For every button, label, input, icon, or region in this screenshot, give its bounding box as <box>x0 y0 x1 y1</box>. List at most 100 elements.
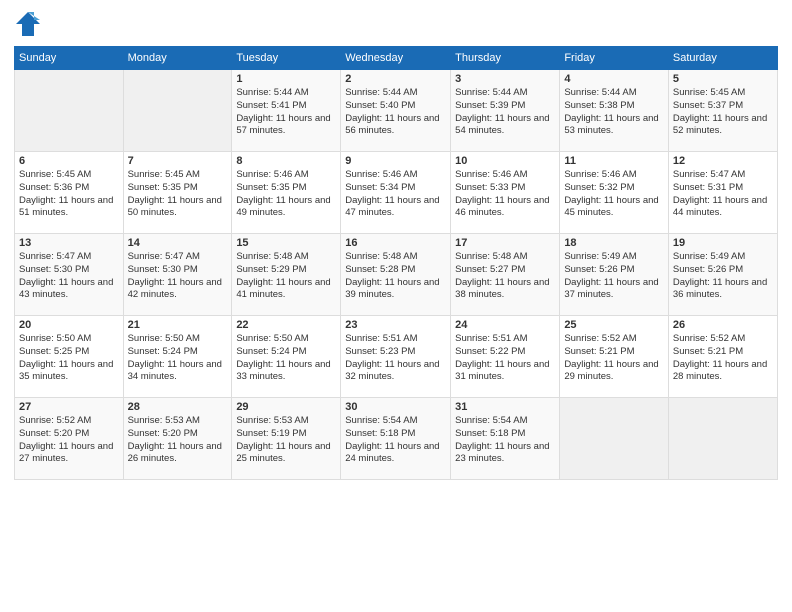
calendar-cell: 25 Sunrise: 5:52 AMSunset: 5:21 PMDaylig… <box>560 316 669 398</box>
day-number: 11 <box>564 155 664 167</box>
weekday-header: Saturday <box>668 47 777 70</box>
day-number: 15 <box>236 237 336 249</box>
day-detail: Sunrise: 5:48 AMSunset: 5:29 PMDaylight:… <box>236 251 336 302</box>
day-number: 25 <box>564 319 664 331</box>
calendar-cell: 13 Sunrise: 5:47 AMSunset: 5:30 PMDaylig… <box>15 234 124 316</box>
calendar-cell: 3 Sunrise: 5:44 AMSunset: 5:39 PMDayligh… <box>451 70 560 152</box>
calendar-cell: 22 Sunrise: 5:50 AMSunset: 5:24 PMDaylig… <box>232 316 341 398</box>
day-detail: Sunrise: 5:44 AMSunset: 5:38 PMDaylight:… <box>564 87 664 138</box>
day-number: 26 <box>673 319 773 331</box>
calendar-cell: 14 Sunrise: 5:47 AMSunset: 5:30 PMDaylig… <box>123 234 232 316</box>
calendar-cell: 27 Sunrise: 5:52 AMSunset: 5:20 PMDaylig… <box>15 398 124 480</box>
day-detail: Sunrise: 5:44 AMSunset: 5:40 PMDaylight:… <box>345 87 446 138</box>
day-detail: Sunrise: 5:48 AMSunset: 5:28 PMDaylight:… <box>345 251 446 302</box>
day-number: 22 <box>236 319 336 331</box>
day-detail: Sunrise: 5:54 AMSunset: 5:18 PMDaylight:… <box>345 415 446 466</box>
day-detail: Sunrise: 5:53 AMSunset: 5:19 PMDaylight:… <box>236 415 336 466</box>
day-detail: Sunrise: 5:44 AMSunset: 5:39 PMDaylight:… <box>455 87 555 138</box>
weekday-header: Wednesday <box>341 47 451 70</box>
day-detail: Sunrise: 5:52 AMSunset: 5:21 PMDaylight:… <box>564 333 664 384</box>
weekday-header-row: SundayMondayTuesdayWednesdayThursdayFrid… <box>15 47 778 70</box>
day-number: 13 <box>19 237 119 249</box>
day-number: 20 <box>19 319 119 331</box>
day-number: 17 <box>455 237 555 249</box>
day-number: 28 <box>128 401 228 413</box>
day-detail: Sunrise: 5:46 AMSunset: 5:33 PMDaylight:… <box>455 169 555 220</box>
day-number: 10 <box>455 155 555 167</box>
day-detail: Sunrise: 5:52 AMSunset: 5:21 PMDaylight:… <box>673 333 773 384</box>
calendar-cell: 9 Sunrise: 5:46 AMSunset: 5:34 PMDayligh… <box>341 152 451 234</box>
calendar-week-row: 20 Sunrise: 5:50 AMSunset: 5:25 PMDaylig… <box>15 316 778 398</box>
day-detail: Sunrise: 5:46 AMSunset: 5:34 PMDaylight:… <box>345 169 446 220</box>
day-detail: Sunrise: 5:51 AMSunset: 5:23 PMDaylight:… <box>345 333 446 384</box>
day-number: 7 <box>128 155 228 167</box>
calendar-cell: 16 Sunrise: 5:48 AMSunset: 5:28 PMDaylig… <box>341 234 451 316</box>
day-number: 19 <box>673 237 773 249</box>
calendar-week-row: 27 Sunrise: 5:52 AMSunset: 5:20 PMDaylig… <box>15 398 778 480</box>
calendar-cell: 6 Sunrise: 5:45 AMSunset: 5:36 PMDayligh… <box>15 152 124 234</box>
calendar-cell: 11 Sunrise: 5:46 AMSunset: 5:32 PMDaylig… <box>560 152 669 234</box>
day-detail: Sunrise: 5:45 AMSunset: 5:35 PMDaylight:… <box>128 169 228 220</box>
day-detail: Sunrise: 5:47 AMSunset: 5:30 PMDaylight:… <box>19 251 119 302</box>
day-detail: Sunrise: 5:49 AMSunset: 5:26 PMDaylight:… <box>564 251 664 302</box>
day-detail: Sunrise: 5:53 AMSunset: 5:20 PMDaylight:… <box>128 415 228 466</box>
calendar-cell: 29 Sunrise: 5:53 AMSunset: 5:19 PMDaylig… <box>232 398 341 480</box>
weekday-header: Thursday <box>451 47 560 70</box>
calendar-cell <box>15 70 124 152</box>
day-number: 21 <box>128 319 228 331</box>
calendar-cell: 30 Sunrise: 5:54 AMSunset: 5:18 PMDaylig… <box>341 398 451 480</box>
day-detail: Sunrise: 5:47 AMSunset: 5:31 PMDaylight:… <box>673 169 773 220</box>
calendar-week-row: 13 Sunrise: 5:47 AMSunset: 5:30 PMDaylig… <box>15 234 778 316</box>
day-detail: Sunrise: 5:51 AMSunset: 5:22 PMDaylight:… <box>455 333 555 384</box>
calendar-cell: 21 Sunrise: 5:50 AMSunset: 5:24 PMDaylig… <box>123 316 232 398</box>
calendar-cell: 2 Sunrise: 5:44 AMSunset: 5:40 PMDayligh… <box>341 70 451 152</box>
calendar-cell: 1 Sunrise: 5:44 AMSunset: 5:41 PMDayligh… <box>232 70 341 152</box>
day-detail: Sunrise: 5:54 AMSunset: 5:18 PMDaylight:… <box>455 415 555 466</box>
page: SundayMondayTuesdayWednesdayThursdayFrid… <box>0 0 792 612</box>
weekday-header: Friday <box>560 47 669 70</box>
calendar-cell: 5 Sunrise: 5:45 AMSunset: 5:37 PMDayligh… <box>668 70 777 152</box>
day-detail: Sunrise: 5:47 AMSunset: 5:30 PMDaylight:… <box>128 251 228 302</box>
day-detail: Sunrise: 5:46 AMSunset: 5:32 PMDaylight:… <box>564 169 664 220</box>
day-number: 31 <box>455 401 555 413</box>
day-detail: Sunrise: 5:49 AMSunset: 5:26 PMDaylight:… <box>673 251 773 302</box>
day-detail: Sunrise: 5:50 AMSunset: 5:25 PMDaylight:… <box>19 333 119 384</box>
calendar-cell: 12 Sunrise: 5:47 AMSunset: 5:31 PMDaylig… <box>668 152 777 234</box>
day-number: 6 <box>19 155 119 167</box>
calendar-week-row: 1 Sunrise: 5:44 AMSunset: 5:41 PMDayligh… <box>15 70 778 152</box>
calendar-cell: 31 Sunrise: 5:54 AMSunset: 5:18 PMDaylig… <box>451 398 560 480</box>
day-number: 3 <box>455 73 555 85</box>
day-detail: Sunrise: 5:45 AMSunset: 5:37 PMDaylight:… <box>673 87 773 138</box>
day-number: 5 <box>673 73 773 85</box>
calendar-cell <box>668 398 777 480</box>
calendar-cell: 18 Sunrise: 5:49 AMSunset: 5:26 PMDaylig… <box>560 234 669 316</box>
day-detail: Sunrise: 5:50 AMSunset: 5:24 PMDaylight:… <box>128 333 228 384</box>
header <box>14 10 778 38</box>
day-detail: Sunrise: 5:46 AMSunset: 5:35 PMDaylight:… <box>236 169 336 220</box>
calendar-cell <box>560 398 669 480</box>
day-number: 12 <box>673 155 773 167</box>
calendar-cell <box>123 70 232 152</box>
calendar-cell: 26 Sunrise: 5:52 AMSunset: 5:21 PMDaylig… <box>668 316 777 398</box>
day-number: 16 <box>345 237 446 249</box>
calendar-table: SundayMondayTuesdayWednesdayThursdayFrid… <box>14 46 778 480</box>
day-number: 29 <box>236 401 336 413</box>
calendar-week-row: 6 Sunrise: 5:45 AMSunset: 5:36 PMDayligh… <box>15 152 778 234</box>
calendar-cell: 10 Sunrise: 5:46 AMSunset: 5:33 PMDaylig… <box>451 152 560 234</box>
day-number: 24 <box>455 319 555 331</box>
calendar-cell: 17 Sunrise: 5:48 AMSunset: 5:27 PMDaylig… <box>451 234 560 316</box>
weekday-header: Sunday <box>15 47 124 70</box>
day-number: 2 <box>345 73 446 85</box>
day-detail: Sunrise: 5:52 AMSunset: 5:20 PMDaylight:… <box>19 415 119 466</box>
day-detail: Sunrise: 5:45 AMSunset: 5:36 PMDaylight:… <box>19 169 119 220</box>
calendar-cell: 7 Sunrise: 5:45 AMSunset: 5:35 PMDayligh… <box>123 152 232 234</box>
calendar-cell: 19 Sunrise: 5:49 AMSunset: 5:26 PMDaylig… <box>668 234 777 316</box>
day-number: 1 <box>236 73 336 85</box>
day-number: 4 <box>564 73 664 85</box>
logo <box>14 10 46 38</box>
day-number: 23 <box>345 319 446 331</box>
calendar-cell: 24 Sunrise: 5:51 AMSunset: 5:22 PMDaylig… <box>451 316 560 398</box>
calendar-cell: 23 Sunrise: 5:51 AMSunset: 5:23 PMDaylig… <box>341 316 451 398</box>
calendar-cell: 8 Sunrise: 5:46 AMSunset: 5:35 PMDayligh… <box>232 152 341 234</box>
calendar-cell: 15 Sunrise: 5:48 AMSunset: 5:29 PMDaylig… <box>232 234 341 316</box>
